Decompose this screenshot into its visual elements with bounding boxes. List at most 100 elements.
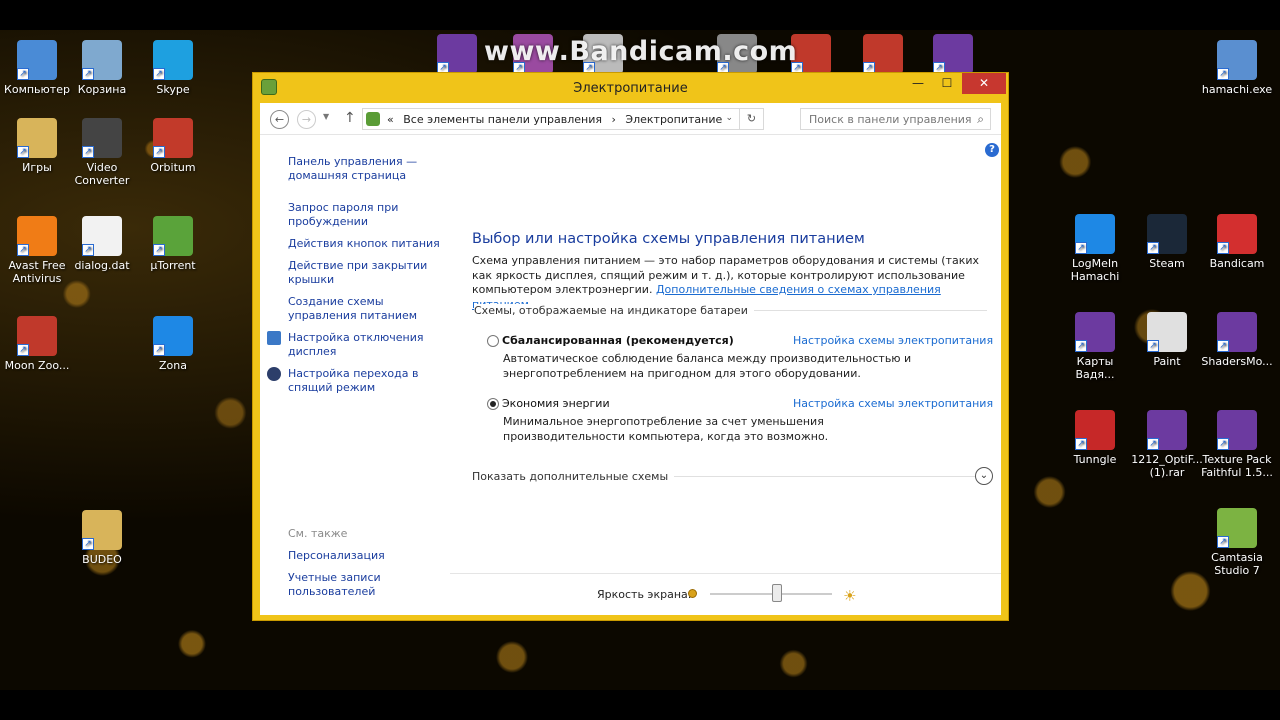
video-converter-icon: ↗ bbox=[82, 118, 122, 158]
sleep-moon-icon bbox=[267, 367, 281, 381]
desktop-shortcut[interactable]: ↗ Avast Free Antivirus bbox=[0, 216, 74, 285]
desktop-shortcut[interactable]: ↗ Orbitum bbox=[136, 118, 210, 174]
brightness-slider-thumb[interactable] bbox=[772, 584, 783, 602]
desktop-shortcut[interactable]: ↗ Skype bbox=[136, 40, 210, 96]
nav-control-panel-home[interactable]: Панель управления — домашняя страница bbox=[288, 155, 448, 183]
window-titlebar[interactable]: Электропитание — ☐ ✕ bbox=[253, 73, 1008, 103]
desktop-shortcut[interactable]: ↗ hamachi.exe bbox=[1200, 40, 1274, 96]
desktop-shortcut-label: Avast Free Antivirus bbox=[8, 259, 66, 285]
shortcut-arrow-icon: ↗ bbox=[1075, 340, 1087, 352]
forward-button[interactable]: → bbox=[297, 110, 316, 129]
search-placeholder: Поиск в панели управления bbox=[809, 113, 972, 126]
file-icon: ↗ bbox=[82, 216, 122, 256]
steam-icon: ↗ bbox=[1147, 214, 1187, 254]
explorer-navbar: ← → ▼ ↑ « Все элементы панели управления… bbox=[260, 103, 1001, 135]
search-icon[interactable]: ⌕ bbox=[977, 112, 984, 127]
desktop-shortcut[interactable]: ↗ Steam bbox=[1130, 214, 1204, 270]
nav-require-password-on-wakeup[interactable]: Запрос пароля при пробуждении bbox=[288, 201, 448, 229]
desktop-shortcut-label: Texture Pack Faithful 1.5... bbox=[1201, 453, 1273, 479]
shortcut-arrow-icon: ↗ bbox=[153, 244, 165, 256]
desktop-shortcut[interactable]: ↗ Zona bbox=[136, 316, 210, 372]
desktop-shortcut-label: Camtasia Studio 7 bbox=[1211, 551, 1263, 577]
nav-user-accounts[interactable]: Учетные записи пользователей bbox=[288, 571, 448, 599]
shortcut-arrow-icon: ↗ bbox=[17, 344, 29, 356]
zona-icon: ↗ bbox=[153, 316, 193, 356]
expand-chevron-icon[interactable]: ⌄ bbox=[975, 467, 993, 485]
close-button[interactable]: ✕ bbox=[962, 73, 1006, 94]
winrar-icon: ↗ bbox=[1217, 312, 1257, 352]
desktop-shortcut[interactable]: ↗ Texture Pack Faithful 1.5... bbox=[1200, 410, 1274, 479]
back-button[interactable]: ← bbox=[270, 110, 289, 129]
recent-locations-icon[interactable]: ▼ bbox=[323, 112, 329, 121]
brightness-bar: Яркость экрана: ☀ bbox=[450, 573, 1001, 615]
desktop-shortcut-label: Игры bbox=[22, 161, 52, 174]
desktop-shortcut-label: Карты Вадя... bbox=[1075, 355, 1115, 381]
desktop-shortcut[interactable]: ↗ 1212_OptiF... (1).rar bbox=[1130, 410, 1204, 479]
desktop-shortcut[interactable]: ↗ ShadersMo... bbox=[1200, 312, 1274, 368]
desktop-shortcut-label: hamachi.exe bbox=[1201, 83, 1273, 96]
orbitum-icon: ↗ bbox=[153, 118, 193, 158]
breadcrumb-all-control-panel-items[interactable]: Все элементы панели управления bbox=[403, 113, 602, 126]
address-bar[interactable]: « Все элементы панели управления › Элект… bbox=[362, 108, 764, 130]
balanced-plan-name[interactable]: Сбалансированная (рекомендуется) bbox=[502, 334, 734, 347]
desktop-shortcut[interactable]: ↗ Корзина bbox=[65, 40, 139, 96]
desktop-shortcut[interactable]: ↗ Игры bbox=[0, 118, 74, 174]
control-panel-icon bbox=[366, 112, 380, 126]
help-icon[interactable]: ? bbox=[985, 143, 999, 157]
desktop-shortcut[interactable]: ↗ µTorrent bbox=[136, 216, 210, 272]
shortcut-arrow-icon: ↗ bbox=[1075, 242, 1087, 254]
desktop-shortcut-label: Paint bbox=[1153, 355, 1181, 368]
up-level-button[interactable]: ↑ bbox=[344, 110, 356, 126]
skype-icon: ↗ bbox=[153, 40, 193, 80]
brightness-slider[interactable] bbox=[710, 593, 832, 595]
shortcut-arrow-icon: ↗ bbox=[1075, 438, 1087, 450]
power-options-window: Электропитание — ☐ ✕ ← → ▼ ↑ « Все элеме… bbox=[252, 72, 1009, 621]
desktop-shortcut[interactable]: ↗ Компьютер bbox=[0, 40, 74, 96]
nav-lid-close-action[interactable]: Действие при закрытии крышки bbox=[288, 259, 448, 287]
power-saver-plan-description: Минимальное энергопотребление за счет ум… bbox=[503, 415, 829, 443]
folder-icon: ↗ bbox=[82, 510, 122, 550]
show-more-plans-label[interactable]: Показать дополнительные схемы bbox=[472, 470, 675, 483]
window-client-area: ← → ▼ ↑ « Все элементы панели управления… bbox=[260, 103, 1001, 615]
desktop-shortcut[interactable]: ↗ Moon Zoo... bbox=[0, 316, 74, 372]
power-saver-plan-radio[interactable] bbox=[487, 398, 499, 410]
address-dropdown-icon[interactable]: ⌄ bbox=[725, 113, 733, 123]
desktop-shortcut-label: Zona bbox=[159, 359, 187, 372]
brightness-high-icon: ☀ bbox=[843, 587, 857, 605]
desktop-shortcut[interactable]: ↗ dialog.dat bbox=[65, 216, 139, 272]
desktop-shortcut[interactable]: ↗ Bandicam bbox=[1200, 214, 1274, 270]
camtasia-icon: ↗ bbox=[1217, 508, 1257, 548]
nav-sleep-settings[interactable]: Настройка перехода в спящий режим bbox=[288, 367, 448, 395]
shortcut-arrow-icon: ↗ bbox=[1217, 536, 1229, 548]
breadcrumb-overflow[interactable]: « bbox=[387, 113, 394, 126]
balanced-plan-settings-link[interactable]: Настройка схемы электропитания bbox=[793, 334, 993, 347]
screen-bottom-letterbox bbox=[0, 690, 1280, 720]
hamachi-icon: ↗ bbox=[1075, 214, 1115, 254]
refresh-button[interactable]: ↻ bbox=[739, 109, 763, 129]
desktop-shortcut[interactable]: ↗ Карты Вадя... bbox=[1058, 312, 1132, 381]
desktop-shortcut[interactable]: ↗ Tunngle bbox=[1058, 410, 1132, 466]
desktop-shortcut[interactable]: ↗ BUDEO bbox=[65, 510, 139, 566]
nav-power-button-actions[interactable]: Действия кнопок питания bbox=[288, 237, 448, 251]
nav-turn-off-display[interactable]: Настройка отключения дисплея bbox=[288, 331, 448, 359]
page-title: Выбор или настройка схемы управления пит… bbox=[472, 231, 865, 247]
desktop-shortcut-label: Bandicam bbox=[1209, 257, 1265, 270]
balanced-plan-description: Автоматическое соблюдение баланса между … bbox=[503, 352, 912, 380]
desktop-shortcut[interactable]: ↗ Video Converter bbox=[65, 118, 139, 187]
avast-icon: ↗ bbox=[17, 216, 57, 256]
tunngle-icon: ↗ bbox=[1075, 410, 1115, 450]
breadcrumb-power-options[interactable]: Электропитание bbox=[625, 113, 722, 126]
nav-create-power-plan[interactable]: Создание схемы управления питанием bbox=[288, 295, 448, 323]
paint-icon: ↗ bbox=[1147, 312, 1187, 352]
power-saver-plan-settings-link[interactable]: Настройка схемы электропитания bbox=[793, 397, 993, 410]
desktop-shortcut[interactable]: ↗ Camtasia Studio 7 bbox=[1200, 508, 1274, 577]
minimize-button[interactable]: — bbox=[904, 73, 932, 94]
recycle-bin-icon: ↗ bbox=[82, 40, 122, 80]
power-saver-plan-name[interactable]: Экономия энергии bbox=[502, 397, 610, 410]
search-input[interactable]: Поиск в панели управления ⌕ bbox=[800, 108, 991, 130]
desktop-shortcut[interactable]: ↗ Paint bbox=[1130, 312, 1204, 368]
desktop-shortcut[interactable]: ↗ LogMeIn Hamachi bbox=[1058, 214, 1132, 283]
nav-personalization[interactable]: Персонализация bbox=[288, 549, 448, 563]
balanced-plan-radio[interactable] bbox=[487, 335, 499, 347]
maximize-button[interactable]: ☐ bbox=[933, 73, 961, 94]
